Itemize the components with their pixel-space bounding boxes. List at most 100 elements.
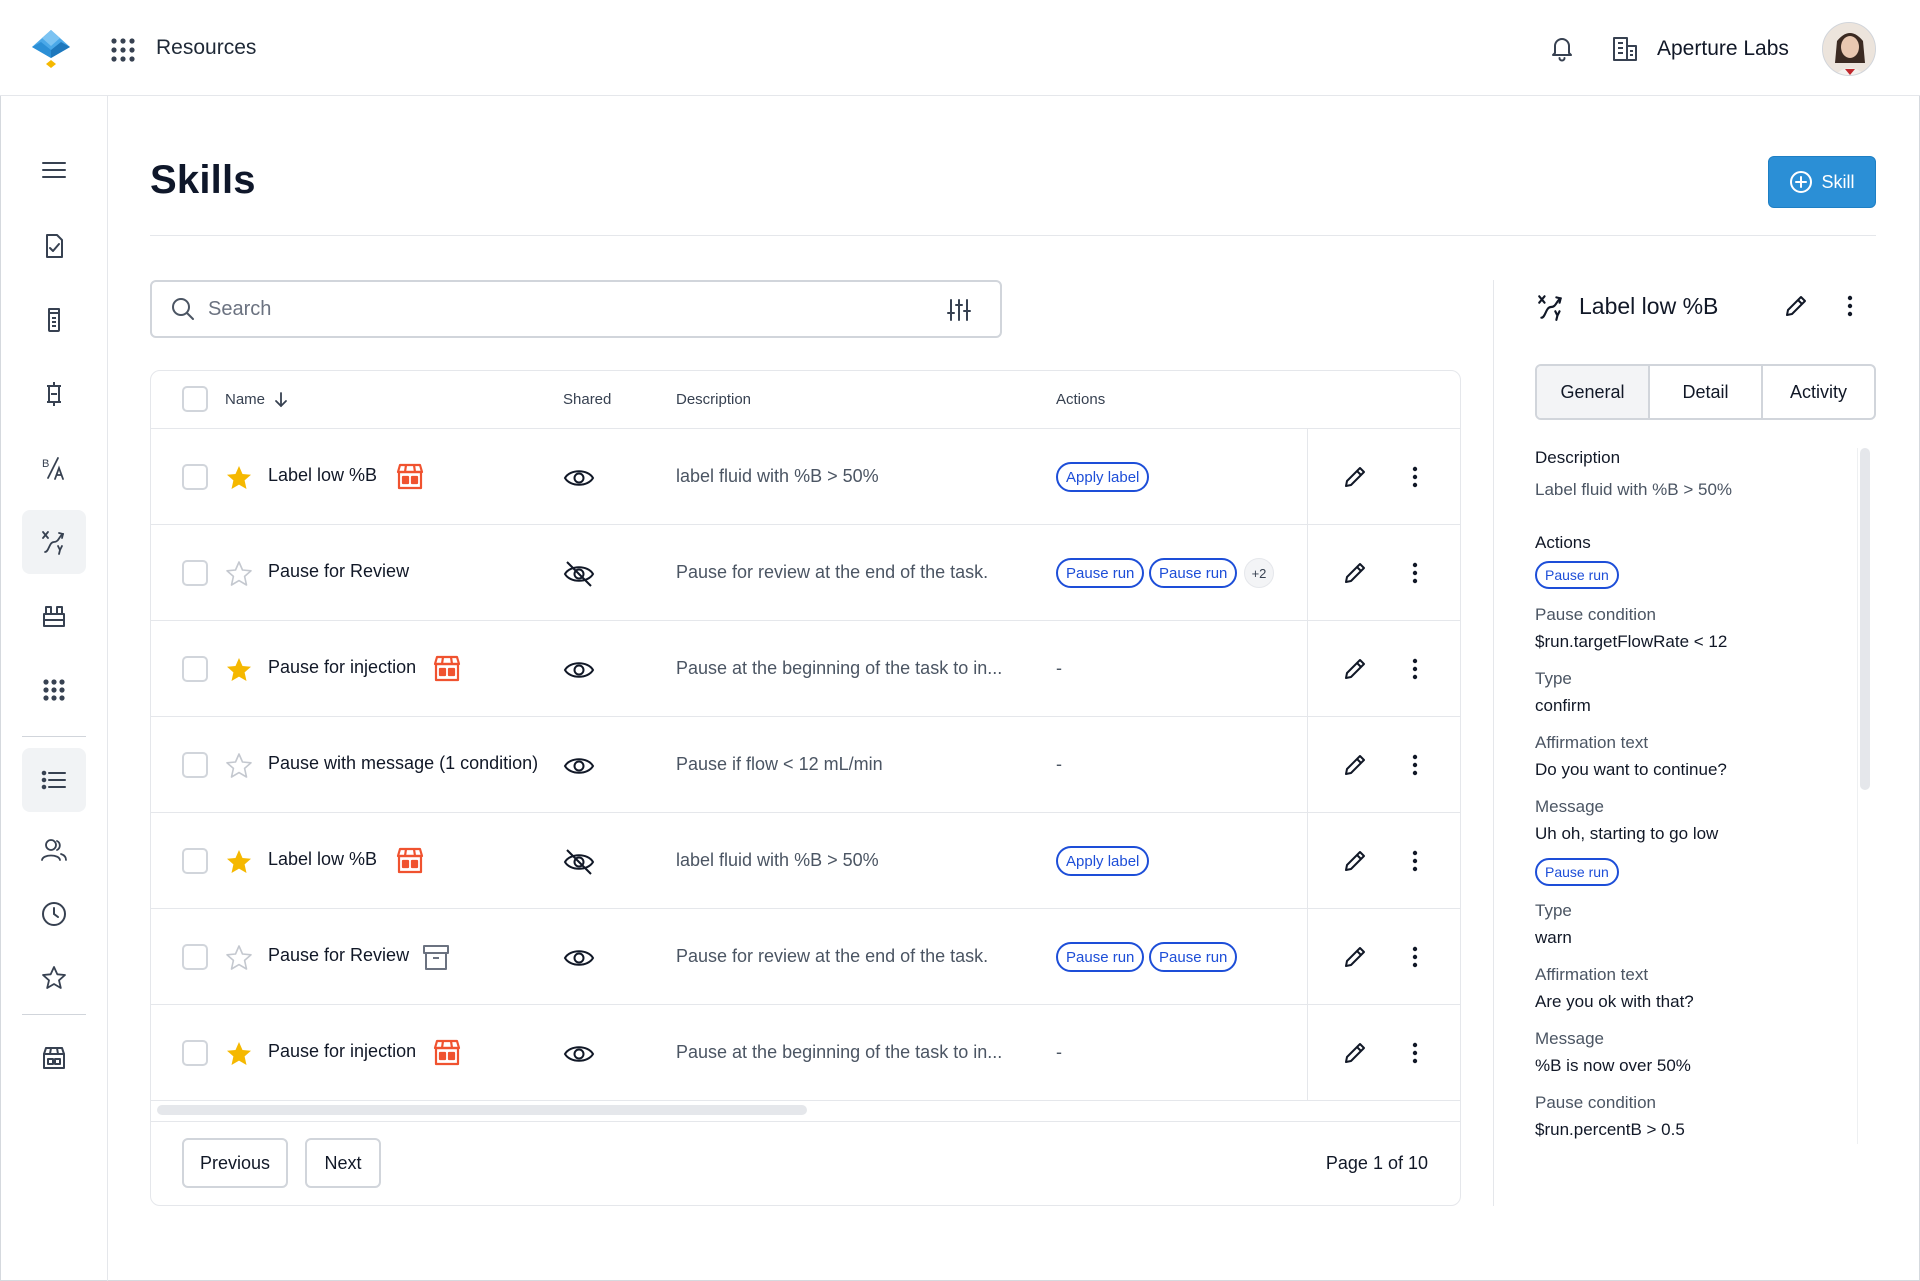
grid-dots-icon[interactable] [22, 658, 86, 722]
search-box [150, 280, 1002, 338]
skill-name[interactable]: Pause with message (1 condition) [268, 753, 538, 774]
row-checkbox[interactable] [182, 656, 208, 682]
panel-scrollbar[interactable] [1860, 448, 1870, 790]
column-icon[interactable] [22, 362, 86, 426]
star-filled-icon[interactable] [225, 848, 253, 876]
variable-icon[interactable] [22, 510, 86, 574]
table-row[interactable]: Pause for injection Pause at the beginni… [151, 1005, 1460, 1101]
more-vertical-icon[interactable] [1401, 943, 1429, 971]
clock-icon[interactable] [22, 882, 86, 946]
tab-detail[interactable]: Detail [1650, 366, 1763, 418]
table-row[interactable]: Label low %B label fluid with %B > 50% A… [151, 813, 1460, 909]
bell-icon[interactable] [1548, 34, 1576, 62]
select-all-checkbox[interactable] [182, 386, 208, 412]
more-vertical-icon[interactable] [1836, 292, 1864, 320]
action-chip[interactable]: Apply label [1056, 462, 1150, 492]
row-checkbox[interactable] [182, 944, 208, 970]
more-vertical-icon[interactable] [1401, 655, 1429, 683]
apps-grid-icon[interactable] [110, 37, 136, 63]
users-icon[interactable] [22, 818, 86, 882]
action-chip[interactable]: Pause run [1535, 561, 1619, 589]
description-heading: Description [1535, 448, 1621, 467]
page-indicator: Page 1 of 10 [1325, 1153, 1428, 1173]
row-checkbox[interactable] [182, 752, 208, 778]
pencil-icon[interactable] [1341, 463, 1369, 491]
app-logo-icon[interactable] [30, 28, 72, 70]
column-header-name[interactable]: Name [225, 391, 265, 408]
table-row[interactable]: Pause for injection Pause at the beginni… [151, 621, 1460, 717]
pencil-icon[interactable] [1341, 1039, 1369, 1067]
action-chip[interactable]: Pause run [1535, 858, 1619, 886]
more-vertical-icon[interactable] [1401, 1039, 1429, 1067]
pencil-icon[interactable] [1341, 751, 1369, 779]
menu-icon[interactable] [22, 138, 86, 202]
eye-icon[interactable] [563, 751, 595, 781]
horizontal-scrollbar[interactable] [157, 1105, 807, 1115]
action-chip[interactable]: Pause run [1149, 942, 1238, 972]
action-chip[interactable]: Pause run [1149, 558, 1238, 588]
actions-divider [1307, 717, 1308, 813]
affirmation-value: Do you want to continue? [1535, 760, 1727, 779]
star-filled-icon[interactable] [225, 656, 253, 684]
action-chip[interactable]: Pause run [1056, 942, 1145, 972]
table-row[interactable]: Label low %B label fluid with %B > 50% A… [151, 429, 1460, 525]
store-icon[interactable] [22, 1026, 86, 1090]
vial-icon[interactable] [22, 288, 86, 352]
more-vertical-icon[interactable] [1401, 463, 1429, 491]
rack-icon[interactable] [22, 584, 86, 648]
pencil-icon[interactable] [1341, 559, 1369, 587]
more-vertical-icon[interactable] [1401, 847, 1429, 875]
row-checkbox[interactable] [182, 1040, 208, 1066]
eye-off-icon[interactable] [563, 847, 595, 877]
formula-icon[interactable]: B [22, 436, 86, 500]
arrow-down-icon[interactable] [273, 391, 289, 409]
skill-name[interactable]: Pause for Review [268, 945, 409, 966]
action-chip[interactable]: Apply label [1056, 846, 1150, 876]
star-filled-icon[interactable] [225, 464, 253, 492]
pencil-icon[interactable] [1341, 655, 1369, 683]
table-row[interactable]: Pause for Review Pause for review at the… [151, 909, 1460, 1005]
star-outline-icon[interactable] [225, 944, 253, 972]
star-icon[interactable] [22, 946, 86, 1010]
more-vertical-icon[interactable] [1401, 751, 1429, 779]
tab-general[interactable]: General [1537, 366, 1650, 418]
more-vertical-icon[interactable] [1401, 559, 1429, 587]
more-actions-count[interactable]: +2 [1244, 558, 1274, 588]
add-skill-button[interactable]: Skill [1768, 156, 1876, 208]
table-row[interactable]: Pause with message (1 condition) Pause i… [151, 717, 1460, 813]
eye-icon[interactable] [563, 943, 595, 973]
filter-sliders-icon[interactable] [946, 297, 972, 323]
user-avatar[interactable] [1822, 22, 1876, 76]
search-input[interactable] [208, 297, 908, 321]
star-outline-icon[interactable] [225, 560, 253, 588]
skill-name[interactable]: Pause for injection [268, 1041, 416, 1062]
skill-name[interactable]: Label low %B [268, 465, 377, 486]
skill-name[interactable]: Pause for Review [268, 561, 409, 582]
eye-icon[interactable] [563, 655, 595, 685]
eye-off-icon[interactable] [563, 559, 595, 589]
next-page-button[interactable]: Next [305, 1138, 381, 1188]
tab-activity[interactable]: Activity [1763, 366, 1874, 418]
pencil-icon[interactable] [1341, 847, 1369, 875]
eye-icon[interactable] [563, 463, 595, 493]
skill-name[interactable]: Label low %B [268, 849, 377, 870]
panel-divider [1493, 280, 1494, 1206]
row-checkbox[interactable] [182, 464, 208, 490]
table-row[interactable]: Pause for Review Pause for review at the… [151, 525, 1460, 621]
row-checkbox[interactable] [182, 848, 208, 874]
action-chip[interactable]: Pause run [1056, 558, 1145, 588]
star-outline-icon[interactable] [225, 752, 253, 780]
skill-name[interactable]: Pause for injection [268, 657, 416, 678]
pencil-icon[interactable] [1782, 292, 1810, 320]
organization-name[interactable]: Aperture Labs [1657, 37, 1789, 61]
eye-icon[interactable] [563, 1039, 595, 1069]
list-icon[interactable] [22, 748, 86, 812]
pencil-icon[interactable] [1341, 943, 1369, 971]
star-filled-icon[interactable] [225, 1040, 253, 1068]
archive-icon [423, 945, 449, 970]
clipboard-check-icon[interactable] [22, 214, 86, 278]
row-checkbox[interactable] [182, 560, 208, 586]
table-header: Name Shared Description Actions [151, 371, 1460, 429]
message-value: %B is now over 50% [1535, 1056, 1691, 1075]
previous-page-button[interactable]: Previous [182, 1138, 288, 1188]
